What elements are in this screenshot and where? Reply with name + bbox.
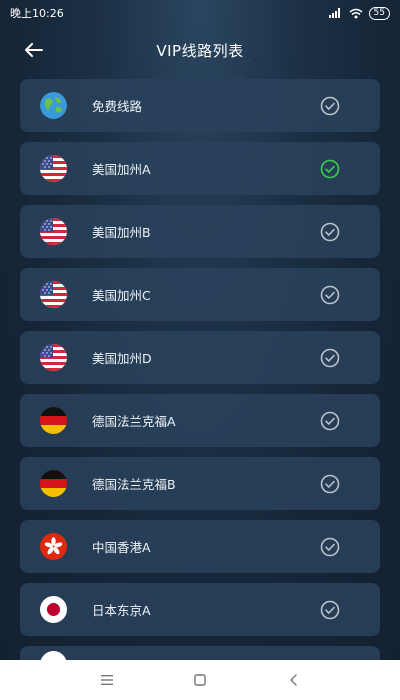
us-flag-icon [40,155,67,182]
check-icon [320,474,340,494]
check-icon [320,411,340,431]
check-icon [320,348,340,368]
route-label: 中国香港A [92,540,151,555]
selected-check-icon [320,159,340,179]
menu-nav-button[interactable] [92,665,122,695]
back-nav-button[interactable] [278,665,308,695]
status-time: 晚上10:26 [10,7,64,20]
route-label: 美国加州A [92,162,151,177]
home-nav-button[interactable] [185,665,215,695]
route-label: 德国法兰克福A [92,414,176,429]
check-icon [320,222,340,242]
route-list: 免费线路美国加州A 美国加州B 美国加州C 美国加州D 德国法兰克福A 德国法兰克福B 中国… [20,79,380,678]
check-icon [320,600,340,620]
route-label: 美国加州B [92,225,151,240]
header: VIP线路列表 [0,30,400,70]
route-item[interactable]: 美国加州C [20,268,380,321]
de-flag-icon [40,470,67,497]
check-icon [320,96,340,116]
route-item[interactable]: 美国加州D [20,331,380,384]
route-item[interactable]: 美国加州B [20,205,380,258]
us-flag-icon [40,218,67,245]
us-flag-icon [40,344,67,371]
route-item[interactable]: 德国法兰克福B [20,457,380,510]
route-label: 美国加州D [92,351,152,366]
signal-icon [328,8,340,18]
check-icon [320,285,340,305]
home-square-icon [194,674,206,686]
route-label: 日本东京A [92,603,151,618]
jp-flag-icon [40,596,67,623]
route-label: 美国加州C [92,288,151,303]
route-item[interactable]: 德国法兰克福A [20,394,380,447]
wifi-icon [349,8,363,18]
system-nav-bar [0,660,400,700]
status-icons: 55 [328,6,390,20]
menu-icon [100,675,113,685]
route-item[interactable]: 美国加州A [20,142,380,195]
back-chevron-icon [290,674,298,686]
de-flag-icon [40,407,67,434]
back-button[interactable] [20,36,48,64]
route-label: 免费线路 [92,99,143,114]
globe-icon [40,92,67,119]
route-item[interactable]: 免费线路 [20,79,380,132]
route-label: 德国法兰克福B [92,477,176,492]
back-arrow-icon [25,43,43,57]
hk-flag-icon [40,533,67,560]
route-item[interactable]: 中国香港A [20,520,380,573]
page-title: VIP线路列表 [156,41,244,60]
route-item[interactable]: 日本东京A [20,583,380,636]
battery-indicator: 55 [368,6,390,20]
us-flag-icon [40,281,67,308]
check-icon [320,537,340,557]
status-bar: 晚上10:26 55 [0,0,400,26]
